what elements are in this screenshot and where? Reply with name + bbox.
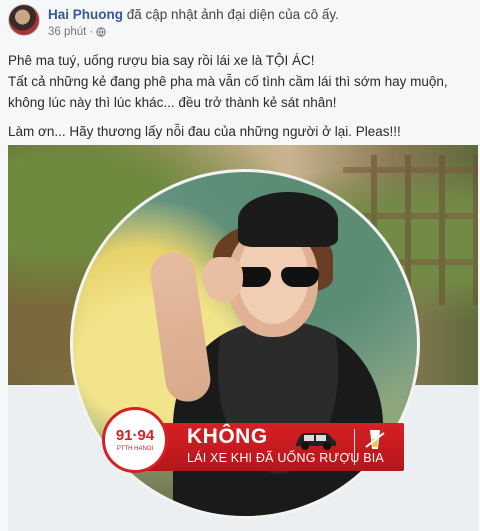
post-line: không lúc này thì lúc khác... đều trở th… <box>8 95 337 110</box>
post-meta: 36 phút · <box>48 26 339 38</box>
post-header-text: Hai Phuong đã cập nhật ảnh đại diện của … <box>48 4 339 38</box>
person-cap <box>238 192 338 247</box>
badge-subtitle: PTTH HANOI <box>116 445 154 452</box>
banner-headline: KHÔNG <box>187 425 268 448</box>
post-header: Hai Phuong đã cập nhật ảnh đại diện của … <box>8 4 339 44</box>
radio-badge: 91·94 PTTH HANOI <box>102 407 168 473</box>
post-text: Phê ma tuý, uống rượu bia say rồi lái xe… <box>8 50 476 142</box>
post-time[interactable]: 36 phút <box>48 26 86 38</box>
banner-divider <box>354 429 355 465</box>
post-line: Phê ma tuý, uống rượu bia say rồi lái xe… <box>8 53 315 68</box>
profile-photo[interactable]: 91·94 PTTH HANOI KHÔNG LÁI XE KHI ĐÃ UỐN… <box>8 145 478 531</box>
badge-number: 91·94 <box>115 426 155 444</box>
drink-icon <box>362 427 388 453</box>
post-line: Tất cả những kẻ đang phê pha mà vẫn cố t… <box>8 74 448 89</box>
facebook-post: Hai Phuong đã cập nhật ảnh đại diện của … <box>0 0 480 531</box>
post-line: Làm ơn... Hãy thương lấy nỗi đau của nhữ… <box>8 124 401 139</box>
post-action: đã cập nhật ảnh đại diện của cô ấy. <box>126 7 339 22</box>
car-icon <box>292 429 340 451</box>
author-name[interactable]: Hai Phuong <box>48 7 123 22</box>
person-hand <box>203 257 243 302</box>
profile-frame-banner: 91·94 PTTH HANOI KHÔNG LÁI XE KHI ĐÃ UỐN… <box>92 407 404 473</box>
dot-separator: · <box>89 26 94 38</box>
sunglasses <box>233 267 319 289</box>
globe-icon <box>96 27 106 37</box>
title-line: Hai Phuong đã cập nhật ảnh đại diện của … <box>48 6 339 23</box>
avatar[interactable] <box>8 4 40 36</box>
